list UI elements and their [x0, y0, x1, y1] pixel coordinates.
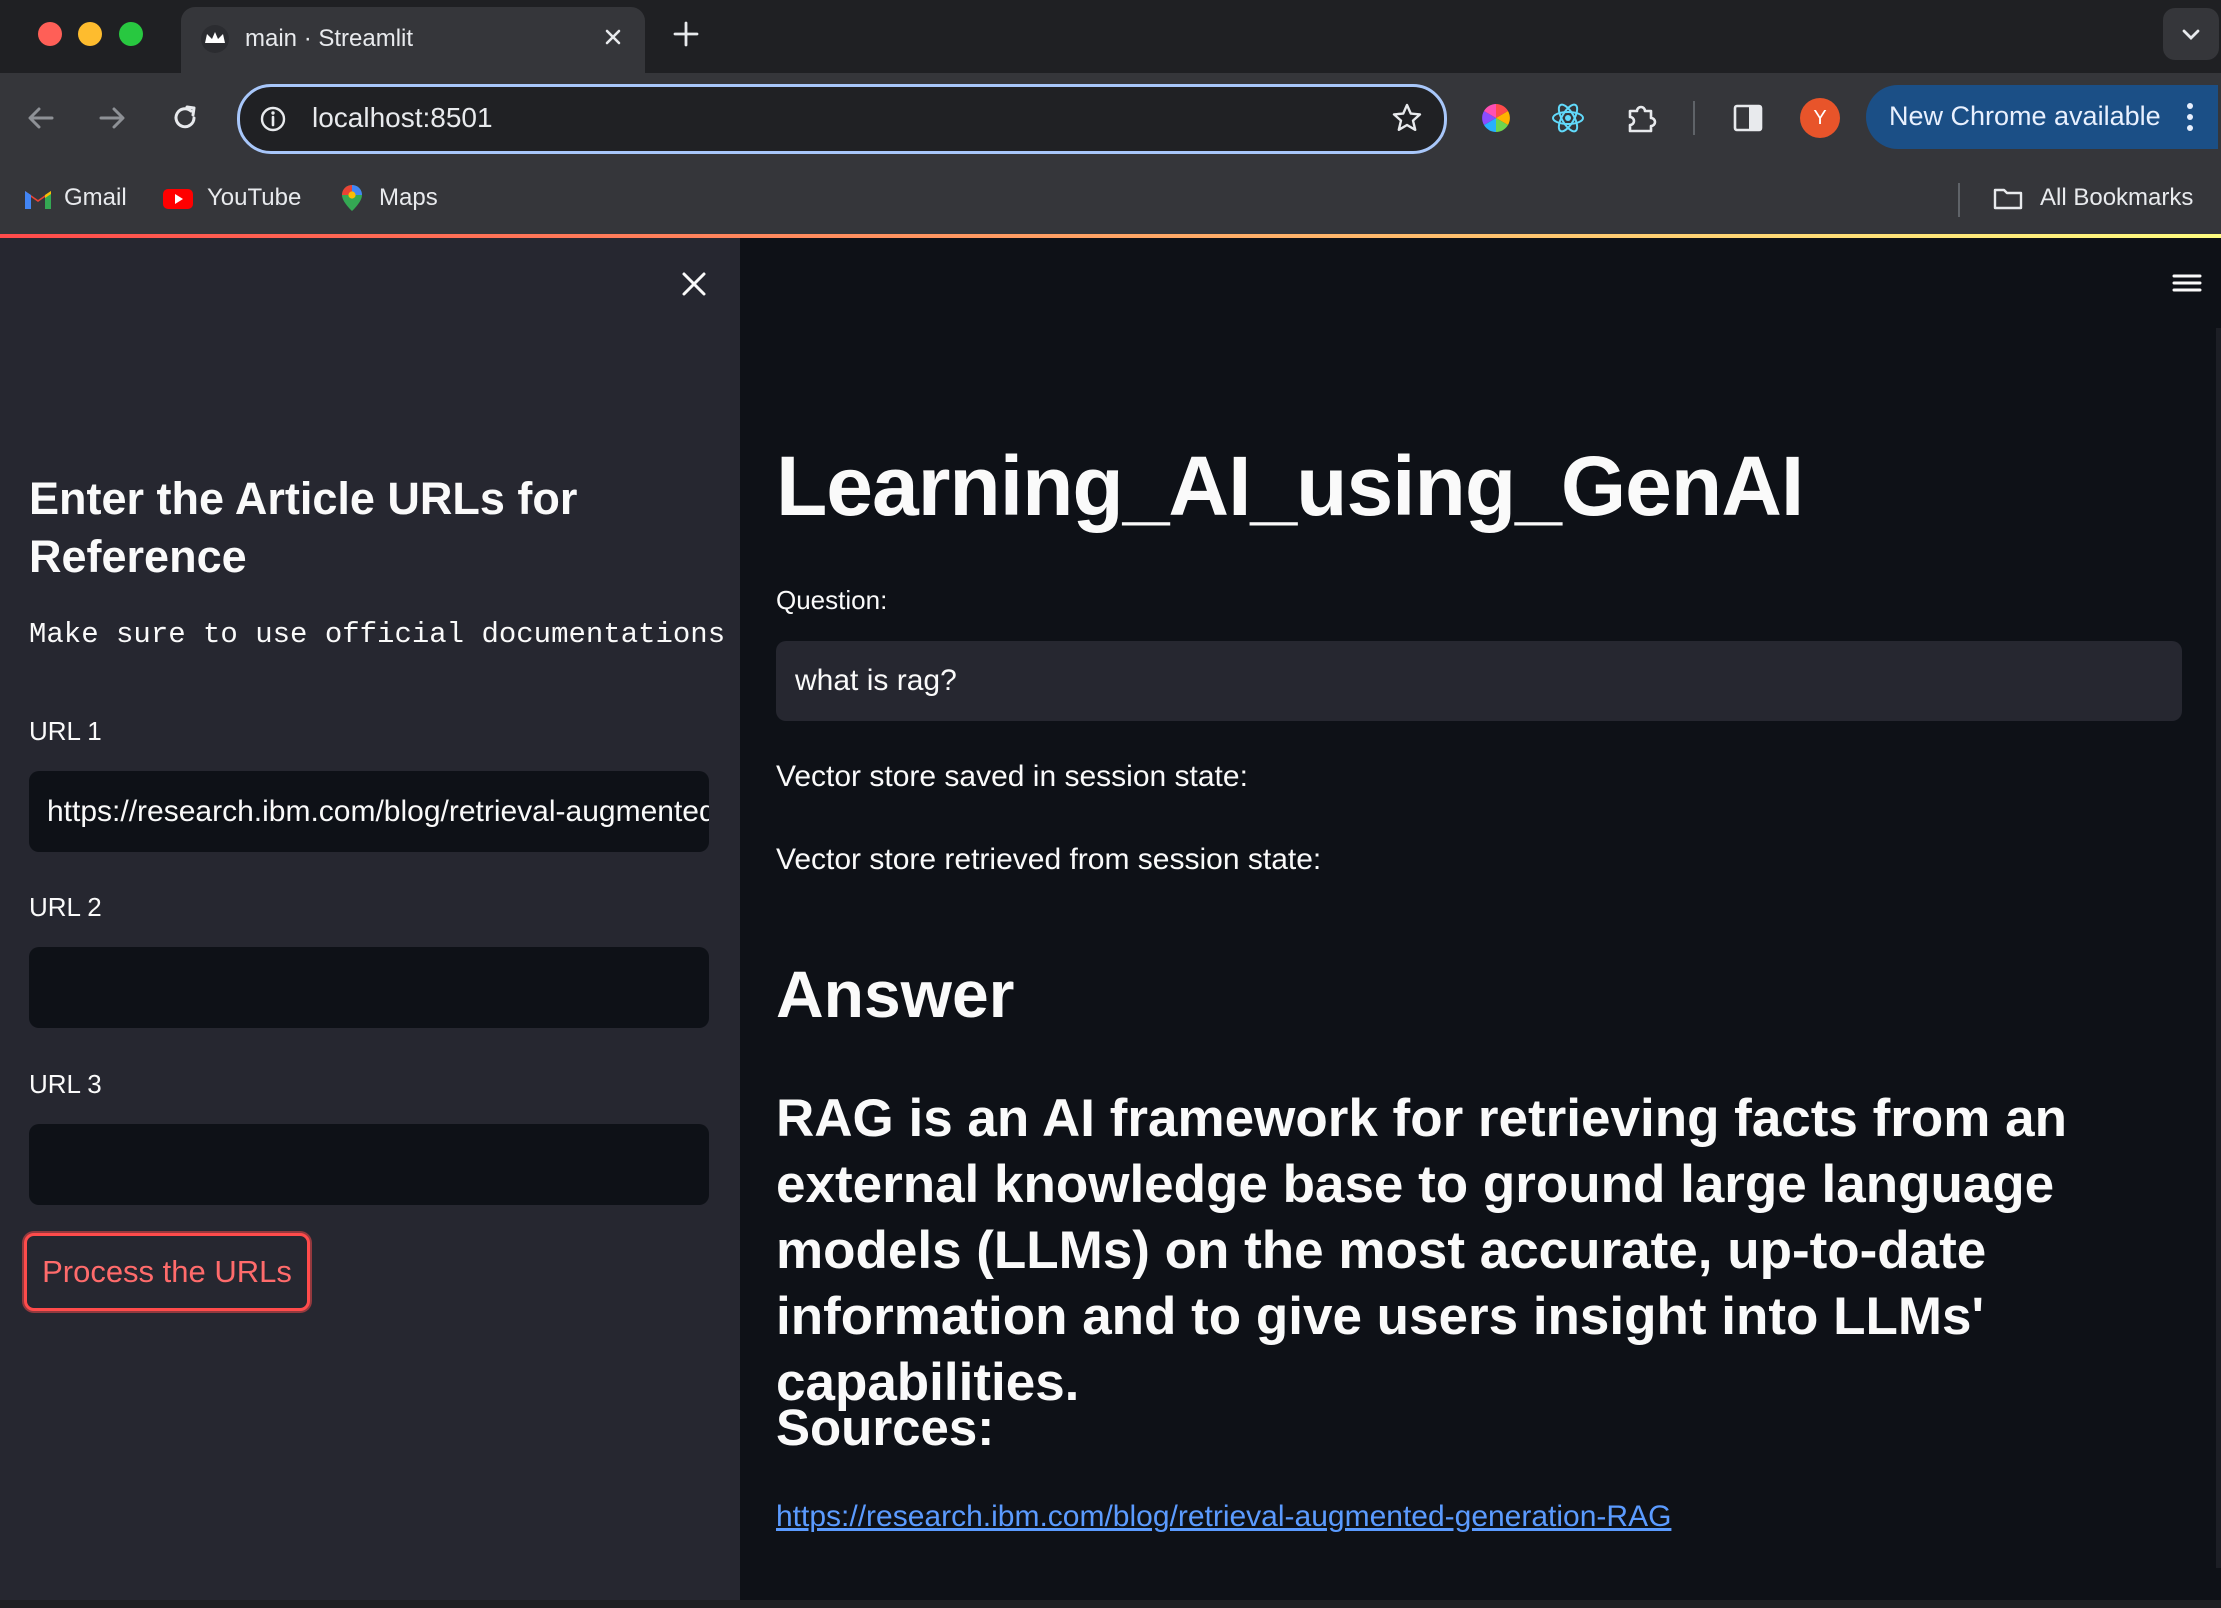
process-urls-button[interactable]: Process the URLs — [24, 1233, 310, 1311]
color-picker-extension-icon[interactable] — [1477, 99, 1515, 137]
gmail-icon — [25, 191, 51, 209]
youtube-icon — [163, 189, 193, 209]
status-saved-text: Vector store saved in session state: — [776, 760, 1248, 793]
url2-input[interactable] — [29, 947, 709, 1028]
bookmarks-separator — [1958, 183, 1960, 217]
question-label: Question: — [776, 585, 888, 615]
bookmark-label: YouTube — [207, 184, 302, 211]
maps-icon — [342, 185, 362, 211]
close-sidebar-icon[interactable] — [678, 268, 710, 300]
url3-input[interactable] — [29, 1124, 709, 1205]
reload-icon[interactable] — [166, 99, 204, 137]
sidebar-code-note: Make sure to use official documentations — [29, 618, 726, 651]
main-content: Learning_AI_using_GenAI Question: what i… — [740, 238, 2221, 1600]
tab-close-icon[interactable] — [599, 23, 627, 51]
source-link[interactable]: https://research.ibm.com/blog/retrieval-… — [776, 1500, 1671, 1534]
tab-search-button[interactable] — [2163, 8, 2219, 60]
window-minimize-button[interactable] — [78, 22, 102, 46]
toolbar-separator — [1693, 101, 1695, 135]
bookmark-youtube[interactable]: YouTube — [162, 181, 312, 217]
browser-toolbar: localhost:8501 Y New Chrome available — [0, 73, 2221, 163]
streamlit-crown-icon — [201, 25, 229, 53]
window-close-button[interactable] — [38, 22, 62, 46]
question-input[interactable]: what is rag? — [776, 641, 2182, 721]
hamburger-menu-icon[interactable] — [2170, 268, 2204, 298]
bookmark-label: Gmail — [64, 184, 127, 211]
chrome-update-button[interactable]: New Chrome available — [1866, 85, 2218, 149]
profile-avatar[interactable]: Y — [1800, 98, 1840, 138]
sidebar-title: Enter the Article URLs for Reference — [29, 473, 578, 582]
extensions-puzzle-icon[interactable] — [1622, 99, 1660, 137]
bookmark-gmail[interactable]: Gmail — [22, 181, 132, 217]
chevron-down-icon — [2182, 29, 2200, 40]
sources-heading: Sources: — [776, 1399, 995, 1456]
forward-arrow-icon[interactable] — [93, 99, 131, 137]
browser-tab-active[interactable]: main · Streamlit — [181, 7, 645, 73]
site-info-icon[interactable] — [258, 104, 288, 134]
update-label: New Chrome available — [1889, 101, 2161, 131]
side-panel-icon[interactable] — [1729, 99, 1767, 137]
scrollbar[interactable] — [2216, 328, 2221, 1568]
url1-input[interactable]: https://research.ibm.com/blog/retrieval-… — [29, 771, 709, 852]
url3-label: URL 3 — [29, 1069, 102, 1099]
address-url[interactable]: localhost:8501 — [312, 102, 493, 134]
address-bar[interactable]: localhost:8501 — [237, 84, 1447, 154]
more-vertical-icon[interactable] — [2184, 101, 2196, 133]
bookmark-label: Maps — [379, 184, 438, 211]
bookmark-star-icon[interactable] — [1390, 101, 1424, 135]
url2-label: URL 2 — [29, 892, 102, 922]
answer-heading: Answer — [776, 957, 1015, 1031]
url1-label: URL 1 — [29, 716, 102, 746]
bookmarks-bar: Gmail YouTube Maps All Bookmarks — [0, 163, 2221, 237]
back-arrow-icon[interactable] — [22, 99, 60, 137]
window-maximize-button[interactable] — [119, 22, 143, 46]
app-title: Learning_AI_using_GenAI — [776, 439, 1804, 533]
react-devtools-icon[interactable] — [1549, 99, 1587, 137]
new-tab-plus-icon[interactable] — [668, 16, 704, 52]
status-retrieved-text: Vector store retrieved from session stat… — [776, 843, 1322, 876]
window-bottom-edge — [0, 1600, 2221, 1608]
all-bookmarks-button[interactable]: All Bookmarks — [1992, 181, 2202, 217]
answer-text: RAG is an AI framework for retrieving fa… — [776, 1089, 2067, 1412]
sidebar: Enter the Article URLs for Reference Mak… — [0, 238, 740, 1600]
bookmark-maps[interactable]: Maps — [336, 181, 456, 217]
tab-title: main · Streamlit — [245, 25, 414, 52]
all-bookmarks-label: All Bookmarks — [2040, 184, 2194, 211]
browser-tab-strip: main · Streamlit — [0, 0, 2221, 73]
folder-icon — [1993, 188, 2023, 210]
